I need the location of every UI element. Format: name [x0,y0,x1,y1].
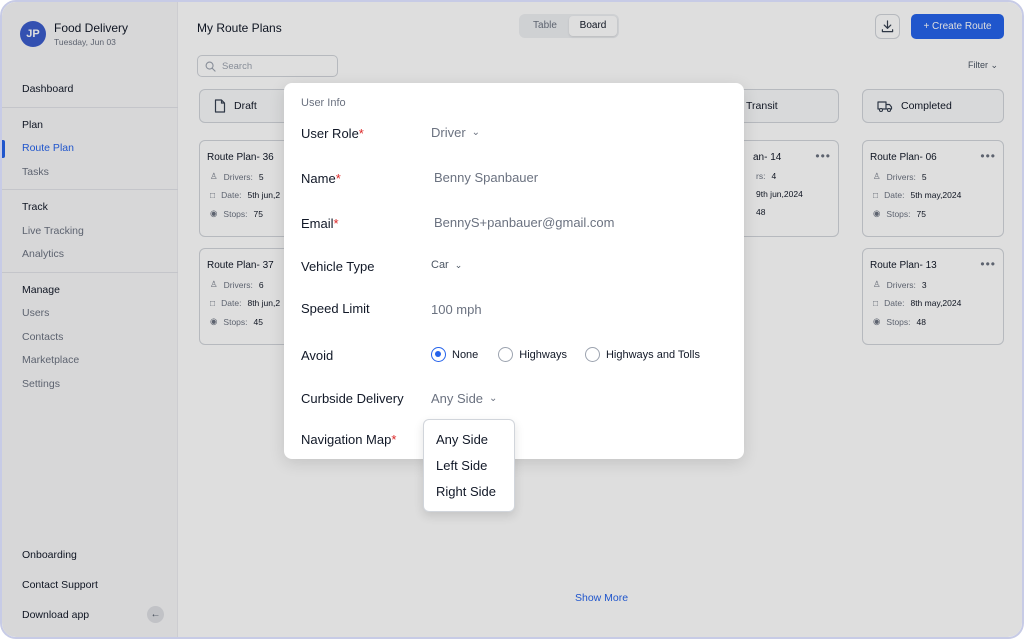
vehicle-type-label: Vehicle Type [301,259,375,274]
avoid-option-highways-tolls[interactable]: Highways and Tolls [584,347,700,362]
chevron-down-icon: ⌄ [489,393,498,404]
name-label: Name* [301,171,341,186]
curbside-dropdown-menu: Any Side Left Side Right Side [423,419,515,512]
required-mark: * [333,216,339,231]
avoid-option-label: Highways and Tolls [605,348,700,361]
user-role-label-text: User Role [301,126,359,141]
user-info-modal: User Info User Role* Driver ⌄ Name* Benny… [284,83,744,459]
user-role-select[interactable]: Driver ⌄ [431,125,480,140]
avoid-option-highways[interactable]: Highways [498,347,567,362]
email-label-text: Email [301,216,334,231]
user-role-label: User Role* [301,126,364,141]
navigation-map-label-text: Navigation Map [301,432,392,447]
curbside-delivery-select[interactable]: Any Side ⌄ [431,391,497,406]
speed-limit-label: Speed Limit [301,301,370,316]
speed-limit-field[interactable]: 100 mph [431,302,482,317]
dropdown-option-right-side[interactable]: Right Side [424,479,514,505]
radio-unselected[interactable] [584,347,600,362]
name-field[interactable]: Benny Spanbauer [434,170,538,185]
dropdown-option-any-side[interactable]: Any Side [424,427,514,453]
curbside-delivery-label: Curbside Delivery [301,391,404,406]
chevron-down-icon: ⌄ [454,259,463,270]
required-mark: * [391,432,397,447]
vehicle-type-value: Car [431,259,449,271]
avoid-option-label: None [452,348,479,361]
app-window: JP Food Delivery Tuesday, Jun 03 Dashboa… [0,0,1024,639]
name-label-text: Name [301,171,336,186]
avoid-radio-group: None Highways Highways and Tolls [431,347,704,362]
avoid-option-none[interactable]: None [431,347,478,362]
dropdown-option-left-side[interactable]: Left Side [424,453,514,479]
required-mark: * [335,171,341,186]
chevron-down-icon: ⌄ [471,127,481,138]
user-role-value: Driver [431,125,466,140]
modal-section-title: User Info [301,97,346,109]
vehicle-type-select[interactable]: Car ⌄ [431,259,462,271]
radio-unselected[interactable] [498,347,514,362]
email-field[interactable]: BennyS+panbauer@gmail.com [434,215,615,230]
radio-selected[interactable] [431,347,446,362]
avoid-label: Avoid [301,348,334,363]
navigation-map-label: Navigation Map* [301,432,396,447]
avoid-option-label: Highways [519,348,567,361]
email-label: Email* [301,216,339,231]
required-mark: * [358,126,364,141]
curbside-value: Any Side [431,391,484,406]
